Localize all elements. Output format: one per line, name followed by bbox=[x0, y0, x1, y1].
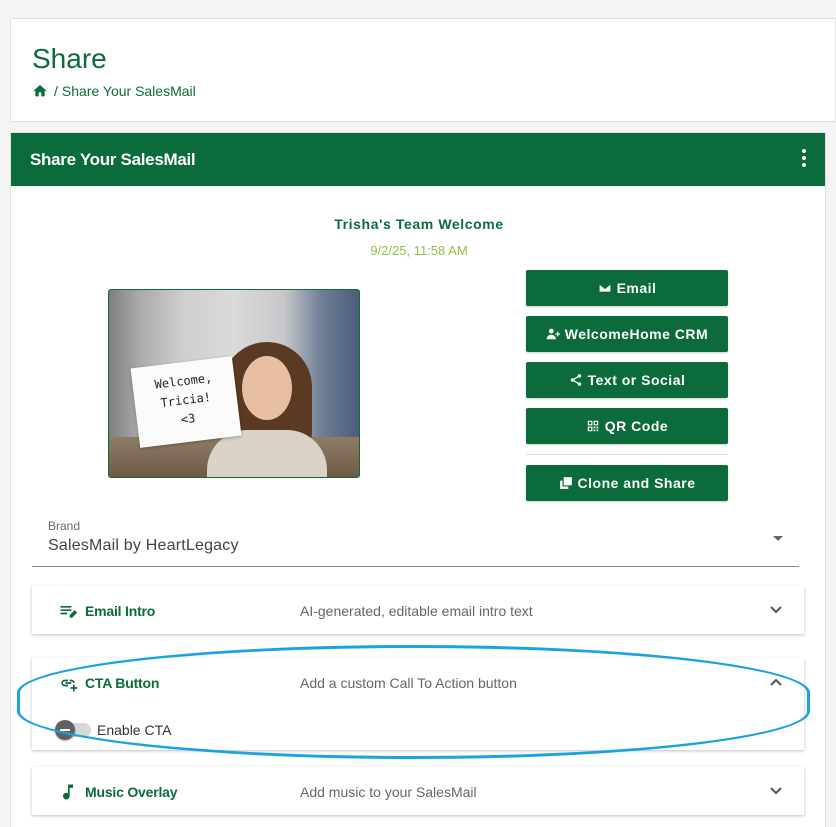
enable-cta-label: Enable CTA bbox=[97, 722, 172, 738]
crm-button[interactable]: WelcomeHome CRM bbox=[526, 316, 728, 352]
text-social-button[interactable]: Text or Social bbox=[526, 362, 728, 398]
cta-button-panel: CTA Button Add a custom Call To Action b… bbox=[32, 658, 804, 750]
brand-label: Brand bbox=[48, 519, 81, 533]
breadcrumb-separator: / bbox=[54, 83, 58, 99]
enable-cta-row: Enable CTA bbox=[55, 720, 172, 740]
music-note-icon bbox=[58, 782, 78, 802]
breadcrumb: / Share Your SalesMail bbox=[32, 83, 196, 99]
cta-button-title: CTA Button bbox=[85, 675, 160, 691]
video-date: 9/2/25, 11:58 AM bbox=[370, 243, 468, 258]
music-overlay-panel: Music Overlay Add music to your SalesMai… bbox=[32, 767, 804, 815]
toggle-knob bbox=[55, 720, 75, 740]
share-card: Share Your SalesMail Trisha's Team Welco… bbox=[10, 132, 826, 827]
thumbnail-person-face bbox=[242, 356, 292, 420]
enable-cta-toggle[interactable] bbox=[55, 720, 91, 740]
breadcrumb-current: Share Your SalesMail bbox=[61, 83, 196, 99]
page-title: Share bbox=[32, 43, 107, 74]
button-divider bbox=[526, 454, 728, 455]
brand-select[interactable]: Brand SalesMail by HeartLegacy bbox=[32, 516, 799, 567]
video-title: Trisha's Team Welcome bbox=[334, 216, 504, 232]
link-add-icon bbox=[58, 673, 78, 693]
more-options-icon[interactable] bbox=[801, 149, 807, 167]
share-icon bbox=[570, 374, 581, 386]
qr-code-icon bbox=[587, 420, 599, 432]
email-intro-panel: Email Intro AI-generated, editable email… bbox=[32, 586, 804, 634]
email-intro-panel-header[interactable]: Email Intro AI-generated, editable email… bbox=[32, 586, 804, 634]
user-plus-icon bbox=[546, 328, 560, 340]
qr-code-button[interactable]: QR Code bbox=[526, 408, 728, 444]
qr-code-button-label: QR Code bbox=[604, 418, 669, 434]
email-button-label: Email bbox=[616, 280, 657, 296]
clone-icon bbox=[559, 477, 572, 489]
brand-value: SalesMail by HeartLegacy bbox=[48, 537, 239, 554]
edit-text-icon bbox=[58, 601, 78, 621]
chevron-down-icon[interactable] bbox=[769, 603, 783, 617]
chevron-up-icon[interactable] bbox=[769, 675, 783, 689]
card-header: Share Your SalesMail bbox=[11, 133, 825, 186]
dropdown-arrow-icon bbox=[773, 536, 783, 541]
music-overlay-description: Add music to your SalesMail bbox=[300, 784, 477, 800]
envelope-icon bbox=[598, 283, 611, 293]
page-header: Share / Share Your SalesMail bbox=[10, 18, 836, 122]
email-intro-description: AI-generated, editable email intro text bbox=[300, 603, 533, 619]
chevron-down-icon[interactable] bbox=[769, 784, 783, 798]
clone-share-button-label: Clone and Share bbox=[577, 475, 696, 491]
card-title: Share Your SalesMail bbox=[30, 150, 196, 169]
home-icon[interactable] bbox=[32, 83, 48, 99]
welcome-sign: Welcome, Tricia! <3 bbox=[130, 356, 242, 448]
music-overlay-panel-header[interactable]: Music Overlay Add music to your SalesMai… bbox=[32, 767, 804, 815]
email-intro-title: Email Intro bbox=[85, 603, 156, 619]
email-button[interactable]: Email bbox=[526, 270, 728, 306]
text-social-button-label: Text or Social bbox=[587, 372, 686, 388]
music-overlay-title: Music Overlay bbox=[85, 784, 178, 800]
crm-button-label: WelcomeHome CRM bbox=[564, 326, 709, 342]
cta-button-description: Add a custom Call To Action button bbox=[300, 675, 517, 691]
cta-button-panel-header[interactable]: CTA Button Add a custom Call To Action b… bbox=[32, 658, 804, 706]
clone-share-button[interactable]: Clone and Share bbox=[526, 465, 728, 501]
video-thumbnail[interactable]: Welcome, Tricia! <3 bbox=[108, 289, 360, 478]
